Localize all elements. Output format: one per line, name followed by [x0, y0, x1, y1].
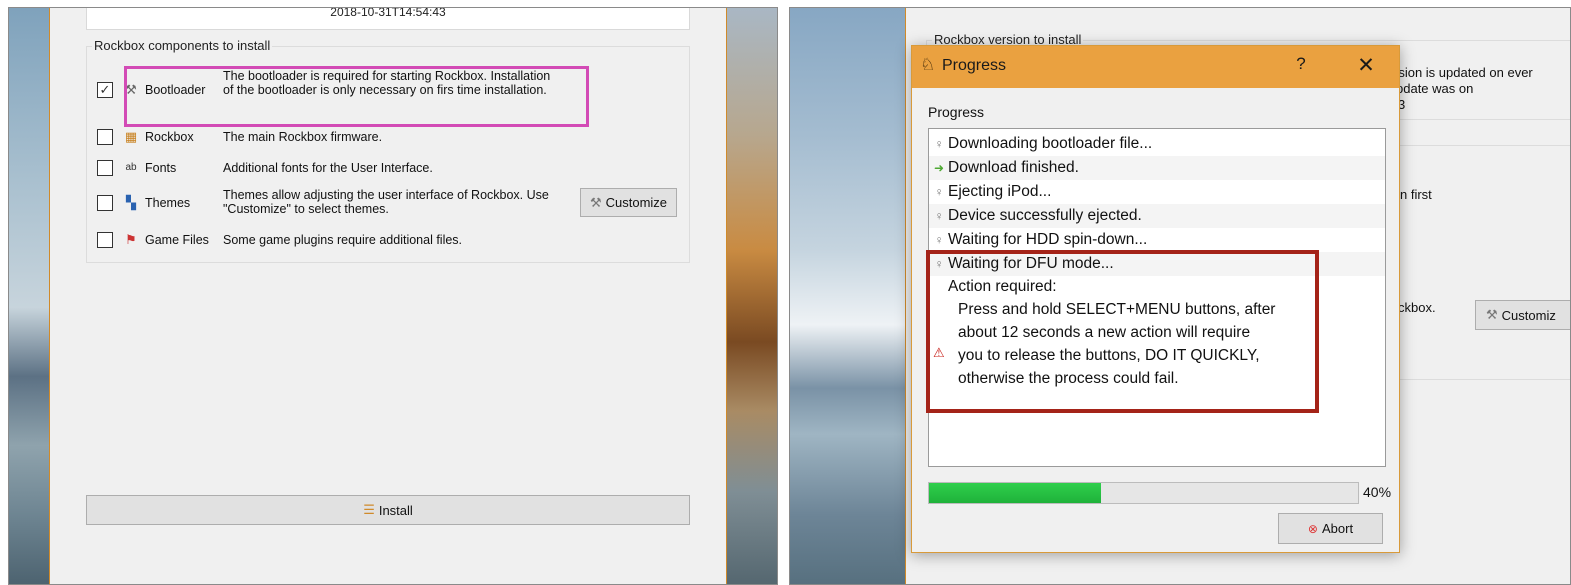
themes-checkbox[interactable] [97, 195, 113, 211]
desktop-wallpaper-right [727, 8, 777, 584]
component-description: Themes allow adjusting the user interfac… [223, 188, 549, 216]
log-text: Ejecting iPod... [948, 183, 1052, 200]
left-screenshot-panel: 2018-10-31T14:54:43 Rockbox components t… [8, 7, 778, 585]
bootloader-checkbox[interactable]: ✓ [97, 82, 113, 98]
bootloader-highlight-box [124, 66, 589, 127]
components-group-title: Rockbox components to install [92, 38, 273, 53]
arrow-icon: ➜ [933, 161, 945, 175]
bg-text: n first [1400, 187, 1432, 202]
progress-percent: 40% [1363, 484, 1392, 500]
wrench-icon: ⚒ [1486, 307, 1498, 322]
game-files-checkbox[interactable] [97, 232, 113, 248]
close-button[interactable]: ✕ [1352, 53, 1380, 79]
log-text: Download finished. [948, 159, 1079, 176]
component-name: Game Files [145, 233, 209, 247]
action-highlight-box [926, 250, 1319, 413]
log-item: ♀ Downloading bootloader file... [929, 132, 1385, 156]
progress-bar [928, 482, 1359, 504]
abort-button[interactable]: ⊗ Abort [1278, 513, 1383, 544]
rockbox-icon: ▦ [124, 129, 138, 144]
progress-label: Progress [928, 104, 985, 120]
desktop-wallpaper [790, 8, 905, 584]
log-text: Downloading bootloader file... [948, 135, 1153, 152]
log-text: Waiting for HDD spin-down... [948, 231, 1148, 248]
customize-label: Customiz [1501, 307, 1556, 323]
build-date-field: 2018-10-31T14:54:43 [86, 8, 690, 30]
log-item: ♀ Ejecting iPod... [929, 180, 1385, 204]
customize-button-background[interactable]: ⚒ Customiz [1475, 300, 1570, 330]
dialog-title: Progress [942, 57, 1007, 74]
log-item: ♀ Device successfully ejected. [929, 204, 1385, 228]
bg-text: rsion is updated on ever [1394, 65, 1533, 80]
rockbox-checkbox[interactable] [97, 129, 113, 145]
component-name: Themes [145, 196, 191, 210]
info-icon: ♀ [934, 209, 944, 223]
component-name: Fonts [145, 161, 177, 175]
info-icon: ♀ [934, 185, 944, 199]
right-screenshot-panel: Rockbox version to install rsion is upda… [789, 7, 1571, 585]
wrench-icon: ⚒ [589, 194, 602, 210]
abort-icon: ⊗ [1307, 521, 1318, 536]
install-icon: ☰ [363, 502, 375, 517]
abort-label: Abort [1321, 521, 1354, 536]
dialog-titlebar: ♘ Progress ? ✕ [912, 46, 1399, 88]
help-button[interactable]: ? [1290, 54, 1312, 78]
component-description: Some game plugins require additional fil… [223, 233, 463, 247]
info-icon: ♀ [934, 233, 944, 247]
log-item: ♀ Waiting for HDD spin-down... [929, 228, 1385, 252]
component-description: Additional fonts for the User Interface. [223, 161, 433, 175]
log-item: ➜ Download finished. [929, 156, 1385, 180]
customize-label: Customize [605, 195, 668, 210]
component-description: The main Rockbox firmware. [223, 130, 383, 144]
customize-button[interactable]: ⚒ Customize [580, 188, 677, 217]
rockbox-utility-window: 2018-10-31T14:54:43 Rockbox components t… [49, 8, 727, 584]
fonts-icon: ab [125, 162, 137, 173]
themes-icon: ▚ [126, 195, 136, 210]
progress-bar-fill [929, 483, 1101, 503]
component-name: Rockbox [145, 130, 194, 144]
rockbox-app-icon: ♘ [920, 55, 936, 74]
install-button[interactable]: ☰ Install [86, 495, 690, 525]
install-label: Install [378, 502, 413, 518]
build-date-value: 2018-10-31T14:54:43 [330, 7, 446, 19]
progress-dialog: ♘ Progress ? ✕ Progress ♀ Downloading bo… [911, 45, 1400, 553]
desktop-wallpaper-left [9, 8, 49, 584]
bg-text: ckbox. [1398, 300, 1436, 315]
log-text: Device successfully ejected. [948, 207, 1142, 224]
bg-text: pdate was on [1396, 81, 1474, 96]
info-icon: ♀ [934, 137, 944, 151]
fonts-checkbox[interactable] [97, 160, 113, 176]
game-files-icon: ⚑ [125, 232, 137, 247]
